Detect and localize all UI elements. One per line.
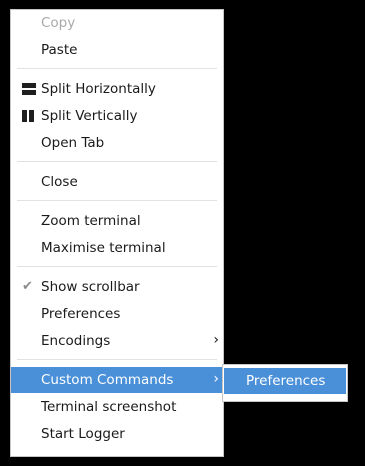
menu-item-label: Show scrollbar — [41, 279, 140, 295]
menu-item-label: Start Logger — [41, 426, 125, 442]
menu-item-label: Zoom terminal — [41, 213, 141, 229]
menu-item-label: Close — [41, 174, 78, 190]
submenu-item-preferences[interactable]: Preferences — [224, 368, 346, 394]
menu-item-encodings[interactable]: Encodings › — [11, 328, 223, 354]
menu-item-show-scrollbar[interactable]: ✔ Show scrollbar — [11, 274, 223, 300]
menu-separator — [17, 266, 217, 267]
menu-item-label: Open Tab — [41, 135, 105, 151]
menu-item-label: Custom Commands — [41, 372, 174, 388]
check-icon: ✔ — [22, 279, 33, 294]
menu-item-preferences[interactable]: Preferences — [11, 301, 223, 327]
menu-item-maximise-terminal[interactable]: Maximise terminal — [11, 235, 223, 261]
menu-item-terminal-screenshot[interactable]: Terminal screenshot — [11, 394, 223, 420]
menu-item-close[interactable]: Close — [11, 169, 223, 195]
menu-item-open-tab[interactable]: Open Tab — [11, 130, 223, 156]
menu-item-start-logger[interactable]: Start Logger — [11, 421, 223, 447]
menu-item-label: Split Horizontally — [41, 81, 156, 97]
menu-item-split-vertically[interactable]: Split Vertically — [11, 103, 223, 129]
menu-item-paste[interactable]: Paste — [11, 37, 223, 63]
menu-item-label: Paste — [41, 42, 78, 58]
split-horizontal-icon — [22, 83, 36, 95]
menu-item-zoom-terminal[interactable]: Zoom terminal — [11, 208, 223, 234]
menu-separator — [17, 359, 217, 360]
custom-commands-submenu: Preferences — [222, 364, 348, 402]
menu-item-label: Split Vertically — [41, 108, 138, 124]
menu-item-label: Copy — [41, 15, 76, 31]
chevron-right-icon: › — [213, 371, 219, 387]
menu-separator — [17, 200, 217, 201]
menu-separator — [17, 68, 217, 69]
menu-item-label: Encodings — [41, 333, 111, 349]
menu-item-split-horizontally[interactable]: Split Horizontally — [11, 76, 223, 102]
menu-separator — [17, 161, 217, 162]
menu-item-label: Terminal screenshot — [41, 399, 177, 415]
menu-item-label: Maximise terminal — [41, 240, 166, 256]
menu-item-label: Preferences — [41, 306, 121, 322]
context-menu: Copy Paste Split Horizontally Split Vert… — [10, 9, 224, 457]
submenu-item-label: Preferences — [246, 373, 326, 389]
chevron-right-icon: › — [213, 332, 219, 348]
split-vertical-icon — [22, 110, 36, 122]
menu-item-custom-commands[interactable]: Custom Commands › — [11, 367, 223, 393]
menu-item-copy[interactable]: Copy — [11, 10, 223, 36]
